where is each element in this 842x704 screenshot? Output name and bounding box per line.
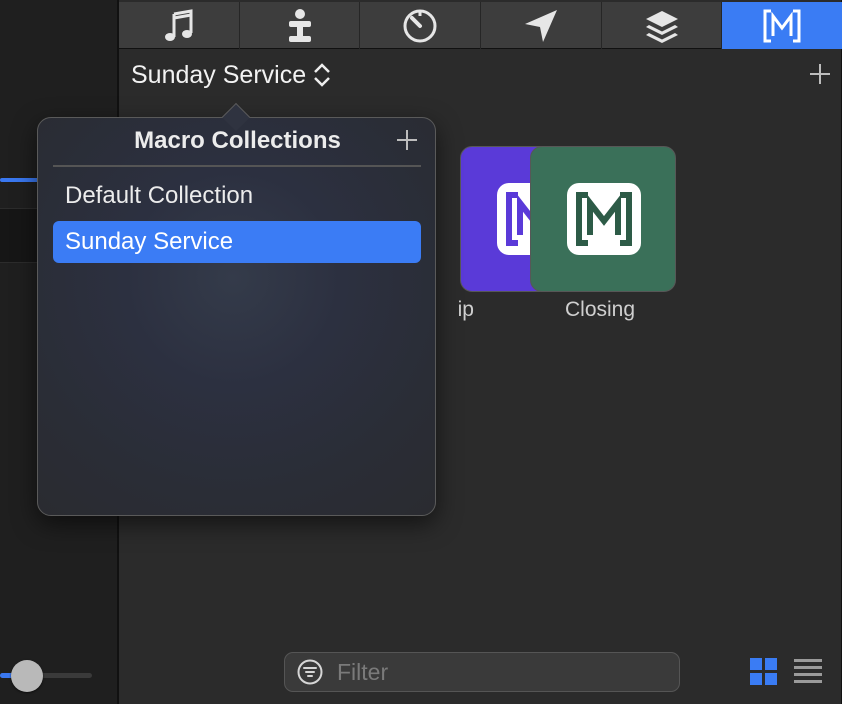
music-note-icon bbox=[164, 8, 193, 41]
tab-messages[interactable] bbox=[481, 2, 602, 49]
zoom-slider-knob[interactable] bbox=[11, 660, 43, 692]
collection-item-default[interactable]: Default Collection bbox=[53, 175, 421, 217]
send-icon bbox=[524, 9, 557, 42]
add-collection-button[interactable] bbox=[395, 126, 419, 154]
macro-icon bbox=[763, 9, 801, 42]
collection-name: Sunday Service bbox=[131, 60, 307, 89]
filter-icon bbox=[297, 659, 323, 685]
layers-icon bbox=[645, 10, 678, 43]
macro-tile-closing[interactable] bbox=[530, 146, 676, 292]
filter-field[interactable] bbox=[284, 652, 680, 692]
grid-view-icon bbox=[750, 658, 777, 685]
timer-icon bbox=[403, 9, 437, 42]
macro-tile-label-closing: Closing bbox=[565, 298, 636, 321]
tab-props[interactable] bbox=[602, 2, 723, 49]
filter-input[interactable] bbox=[337, 658, 657, 686]
plus-icon bbox=[810, 64, 830, 84]
tab-audio[interactable] bbox=[119, 2, 240, 49]
collection-selector[interactable]: Sunday Service bbox=[131, 58, 332, 92]
tab-timers[interactable] bbox=[360, 2, 482, 49]
plus-icon bbox=[397, 130, 417, 150]
macro-collections-popover: Macro Collections Default Collection Sun… bbox=[37, 102, 436, 516]
zoom-slider[interactable] bbox=[0, 658, 117, 692]
popover-title: Macro Collections bbox=[134, 127, 341, 154]
tab-stage[interactable] bbox=[240, 2, 361, 49]
presenter-icon bbox=[288, 8, 311, 42]
add-macro-button[interactable] bbox=[809, 60, 831, 88]
macro-icon bbox=[576, 192, 632, 246]
tab-macros[interactable] bbox=[722, 2, 842, 49]
collection-item-sunday-service[interactable]: Sunday Service bbox=[53, 221, 421, 263]
app-window: Sunday Service ip Closing Filter Macro C… bbox=[0, 0, 842, 704]
list-view-button[interactable] bbox=[793, 657, 823, 687]
tab-bar bbox=[119, 2, 842, 49]
popover-divider bbox=[53, 165, 421, 167]
grid-view-button[interactable] bbox=[749, 657, 779, 687]
left-progress-track bbox=[0, 178, 40, 182]
up-down-chevron-icon bbox=[314, 63, 330, 87]
macro-badge bbox=[567, 183, 641, 255]
list-view-icon bbox=[794, 659, 822, 683]
